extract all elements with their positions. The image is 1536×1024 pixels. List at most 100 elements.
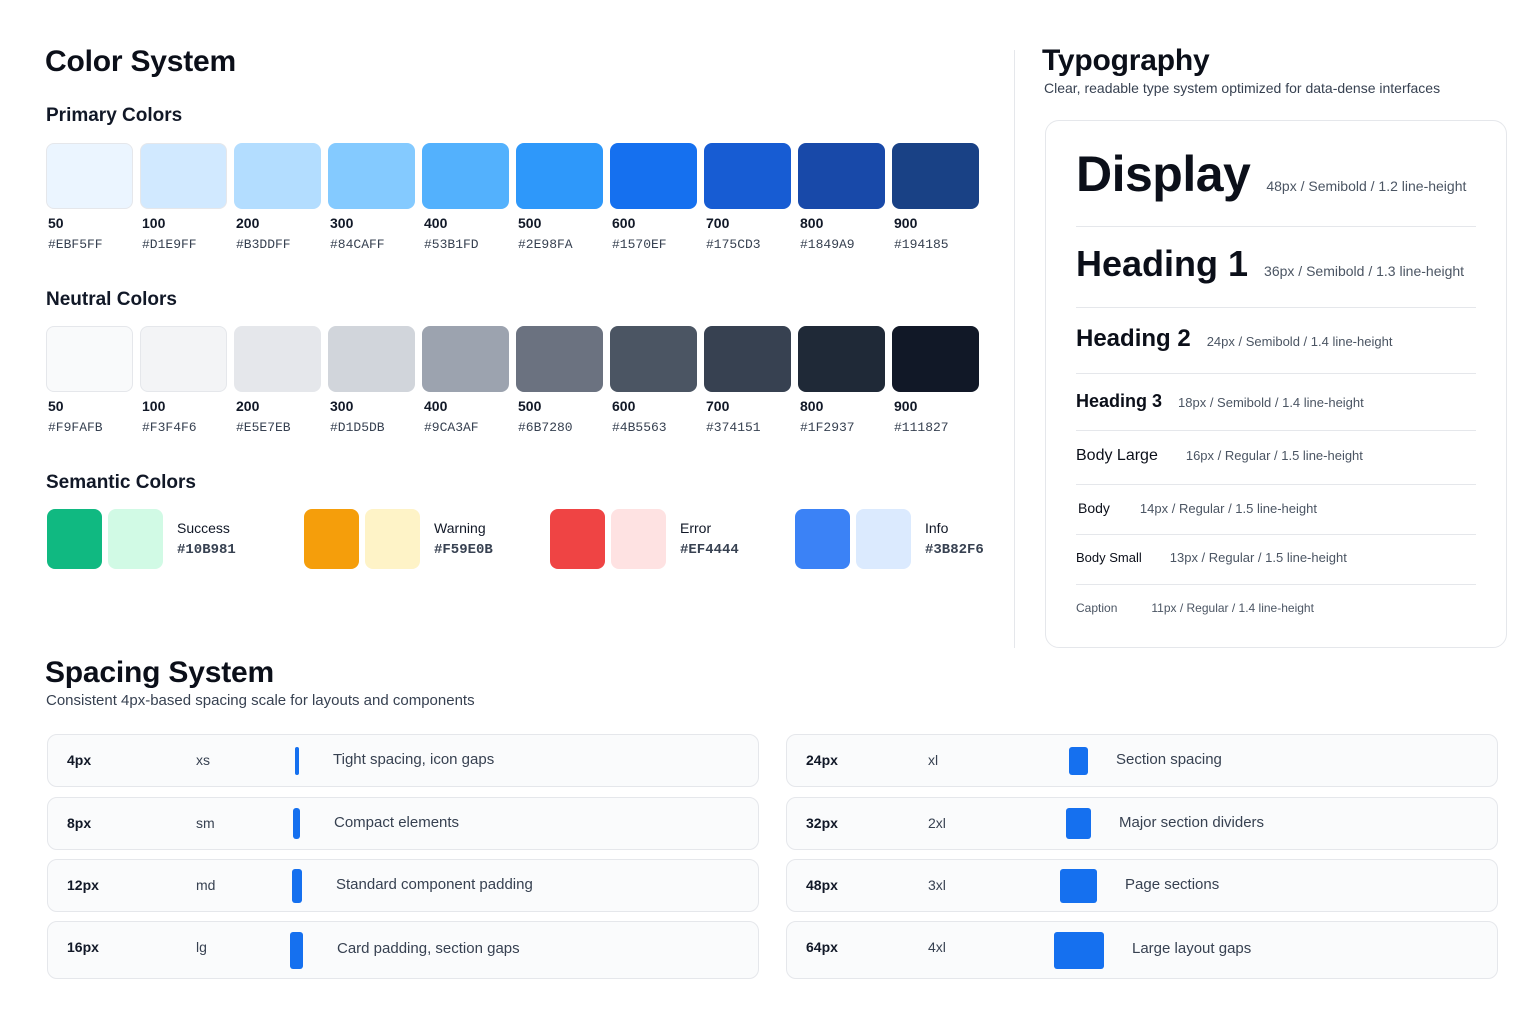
type-meta-heading-3: 18px / Semibold / 1.4 line-height: [1178, 395, 1364, 410]
primary-color-chip: [610, 143, 697, 209]
type-row-heading-1: Heading 1 36px / Semibold / 1.3 line-hei…: [1076, 227, 1476, 308]
swatch-hex-label: #2E98FA: [518, 237, 573, 252]
spacing-token: lg: [196, 939, 207, 955]
primary-swatch-50: 50 #EBF5FF: [46, 143, 134, 252]
neutral-color-chip: [46, 326, 133, 392]
primary-color-chip: [234, 143, 321, 209]
typography-title: Typography: [1042, 44, 1210, 77]
type-row-heading-3: Heading 3 18px / Semibold / 1.4 line-hei…: [1076, 374, 1476, 431]
spacing-token: 2xl: [928, 815, 946, 831]
primary-color-chip: [328, 143, 415, 209]
swatch-shade-label: 50: [48, 215, 64, 231]
spacing-description: Tight spacing, icon gaps: [333, 751, 495, 768]
color-system-title: Color System: [45, 45, 236, 78]
semantic-hex: #10B981: [177, 542, 236, 558]
type-row-body-small: Body Small 13px / Regular / 1.5 line-hei…: [1076, 535, 1476, 585]
semantic-name: Warning: [434, 520, 486, 536]
spacing-size: 16px: [67, 939, 99, 955]
spacing-description: Section spacing: [1116, 751, 1222, 768]
swatch-shade-label: 400: [424, 398, 448, 414]
spacing-description: Major section dividers: [1119, 814, 1265, 831]
semantic-tint-chip: [108, 509, 163, 569]
spacing-size: 4px: [67, 752, 92, 768]
type-name-heading-2: Heading 2: [1076, 325, 1191, 352]
swatch-shade-label: 800: [800, 398, 824, 414]
spacing-preview-bar: [1069, 747, 1088, 775]
neutral-color-chip: [610, 326, 697, 392]
neutral-swatch-800: 800 #1F2937: [798, 326, 886, 435]
spacing-row-2xl: 32px 2xl Major section dividers: [786, 797, 1498, 850]
primary-color-chip: [892, 143, 979, 209]
neutral-color-chip: [422, 326, 509, 392]
spacing-preview-bar: [1054, 932, 1104, 969]
swatch-shade-label: 100: [142, 215, 166, 231]
neutral-swatch-200: 200 #E5E7EB: [234, 326, 322, 435]
primary-swatch-200: 200 #B3DDFF: [234, 143, 322, 252]
neutral-colors-heading: Neutral Colors: [46, 289, 177, 310]
spacing-token: sm: [196, 815, 215, 831]
spacing-system-title: Spacing System: [45, 656, 274, 689]
neutral-color-chip: [892, 326, 979, 392]
swatch-hex-label: #F3F4F6: [142, 420, 197, 435]
swatch-shade-label: 900: [894, 398, 918, 414]
spacing-row-3xl: 48px 3xl Page sections: [786, 859, 1498, 912]
typography-subtitle: Clear, readable type system optimized fo…: [1044, 80, 1441, 96]
spacing-token: xl: [928, 752, 939, 768]
primary-swatch-700: 700 #175CD3: [704, 143, 792, 252]
swatch-shade-label: 600: [612, 215, 636, 231]
semantic-label-group: Success #10B981: [177, 520, 236, 558]
primary-swatch-800: 800 #1849A9: [798, 143, 886, 252]
column-divider: [1014, 50, 1015, 648]
neutral-color-chip: [516, 326, 603, 392]
type-meta-heading-1: 36px / Semibold / 1.3 line-height: [1264, 263, 1465, 279]
semantic-main-chip: [795, 509, 850, 569]
spacing-row-xs: 4px xs Tight spacing, icon gaps: [47, 734, 759, 787]
primary-color-chip: [140, 143, 227, 209]
type-meta-display: 48px / Semibold / 1.2 line-height: [1266, 178, 1467, 194]
semantic-colors-heading: Semantic Colors: [46, 472, 196, 493]
spacing-description: Page sections: [1125, 876, 1220, 893]
spacing-preview-bar: [293, 808, 300, 839]
type-row-display: Display 48px / Semibold / 1.2 line-heigh…: [1076, 143, 1476, 227]
neutral-color-chip: [140, 326, 227, 392]
primary-swatch-900: 900 #194185: [892, 143, 980, 252]
type-meta-caption: 11px / Regular / 1.4 line-height: [1151, 601, 1314, 615]
swatch-hex-label: #4B5563: [612, 420, 667, 435]
spacing-description: Large layout gaps: [1132, 940, 1252, 957]
swatch-shade-label: 700: [706, 398, 730, 414]
swatch-hex-label: #374151: [706, 420, 761, 435]
neutral-swatch-100: 100 #F3F4F6: [140, 326, 228, 435]
type-row-body: Body 14px / Regular / 1.5 line-height: [1076, 485, 1476, 535]
swatch-shade-label: 300: [330, 215, 354, 231]
spacing-token: 3xl: [928, 877, 946, 893]
type-meta-body-large: 16px / Regular / 1.5 line-height: [1185, 448, 1363, 463]
swatch-hex-label: #111827: [894, 420, 949, 435]
spacing-size: 24px: [806, 752, 838, 768]
spacing-row-4xl: 64px 4xl Large layout gaps: [786, 921, 1498, 979]
neutral-color-chip: [704, 326, 791, 392]
semantic-name: Success: [177, 520, 230, 536]
swatch-shade-label: 200: [236, 398, 260, 414]
swatch-hex-label: #E5E7EB: [236, 420, 291, 435]
primary-swatch-300: 300 #84CAFF: [328, 143, 416, 252]
neutral-swatch-400: 400 #9CA3AF: [422, 326, 510, 435]
primary-swatch-100: 100 #D1E9FF: [140, 143, 228, 252]
swatch-shade-label: 800: [800, 215, 824, 231]
spacing-row-sm: 8px sm Compact elements: [47, 797, 759, 850]
semantic-tint-chip: [856, 509, 911, 569]
primary-swatch-500: 500 #2E98FA: [516, 143, 604, 252]
neutral-swatch-row: 50 #F9FAFB 100 #F3F4F6 200 #E5E7EB 300 #D1D5DB 4…: [46, 326, 980, 435]
neutral-color-chip: [234, 326, 321, 392]
neutral-color-chip: [328, 326, 415, 392]
primary-color-chip: [704, 143, 791, 209]
semantic-label-group: Error #EF4444: [680, 520, 739, 558]
swatch-shade-label: 500: [518, 398, 542, 414]
type-meta-body-small: 13px / Regular / 1.5 line-height: [1169, 550, 1347, 565]
swatch-hex-label: #53B1FD: [424, 237, 479, 252]
spacing-size: 32px: [806, 815, 838, 831]
swatch-hex-label: #6B7280: [518, 420, 573, 435]
semantic-name: Error: [680, 520, 712, 536]
primary-color-chip: [46, 143, 133, 209]
swatch-hex-label: #B3DDFF: [236, 237, 291, 252]
semantic-label-group: Info #3B82F6: [925, 520, 984, 558]
